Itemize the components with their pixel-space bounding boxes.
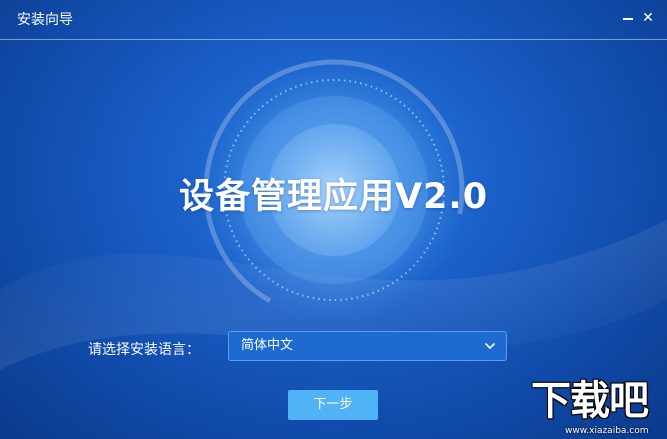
minimize-icon bbox=[623, 18, 633, 20]
close-icon: ✕ bbox=[642, 10, 654, 26]
watermark-logo: 下载吧 www.xiazaiba.com bbox=[527, 378, 667, 439]
language-select[interactable]: 简体中文 bbox=[228, 331, 507, 361]
product-title: 设备管理应用V2.0 bbox=[178, 177, 489, 217]
chevron-down-icon bbox=[485, 343, 495, 349]
window-title: 安装向导 bbox=[17, 12, 73, 28]
close-button[interactable]: ✕ bbox=[638, 8, 658, 28]
language-selected-value: 简体中文 bbox=[241, 338, 294, 353]
next-button[interactable]: 下一步 bbox=[288, 390, 378, 420]
title-bar[interactable]: 安装向导 ✕ bbox=[0, 0, 667, 40]
language-label: 请选择安装语言： bbox=[88, 342, 200, 358]
watermark-brand: 下载吧 bbox=[531, 378, 649, 424]
minimize-button[interactable] bbox=[618, 8, 638, 28]
installer-window: 安装向导 ✕ 设备管理应用V2.0 请选择安装语言： 简体中文 下一步 下载吧 … bbox=[0, 0, 667, 439]
watermark-url: www.xiazaiba.com bbox=[565, 426, 649, 436]
